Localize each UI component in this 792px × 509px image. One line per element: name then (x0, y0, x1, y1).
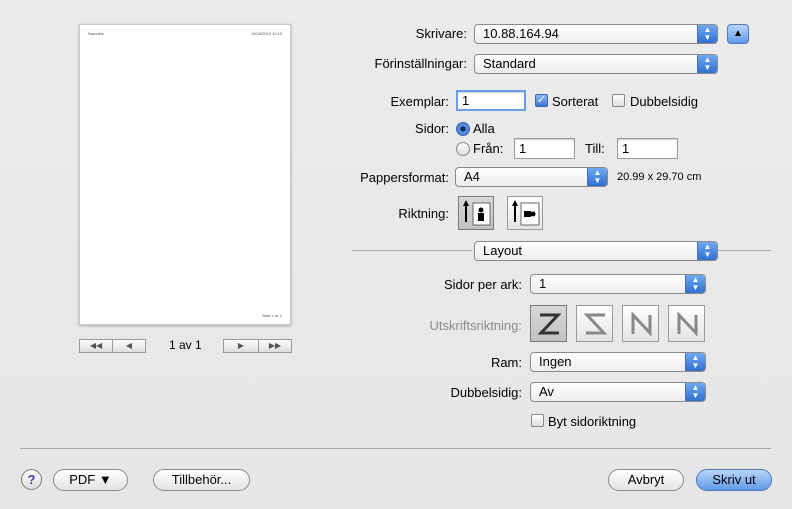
first-page-button[interactable]: ◀◀ (79, 339, 113, 353)
layout-direction-label: Utskriftsriktning: (429, 318, 522, 333)
bottom-divider (20, 448, 771, 449)
portrait-icon (463, 200, 491, 226)
two-sided-label: Dubbelsidig: (450, 385, 522, 400)
pages-all-radio[interactable] (456, 122, 470, 136)
z-direction-icon (537, 313, 562, 335)
popup-arrows-icon: ▲ ▼ (697, 242, 717, 260)
printer-value: 10.88.164.94 (483, 26, 559, 41)
paper-size-value: A4 (464, 169, 480, 184)
cancel-button[interactable]: Avbryt (608, 469, 684, 491)
popup-arrows-icon: ▲ ▼ (685, 383, 705, 401)
presets-label: Förinställningar: (374, 56, 468, 71)
flip-horizontally-checkbox[interactable] (531, 414, 544, 427)
portrait-orientation-button[interactable] (458, 196, 494, 230)
pages-per-sheet-value: 1 (539, 276, 547, 291)
direction-s-button[interactable] (576, 305, 613, 342)
collapse-details-button[interactable]: ▲ (727, 24, 749, 44)
s-direction-icon (583, 313, 608, 335)
paper-size-label: Pappersformat: (360, 170, 449, 185)
section-value: Layout (483, 243, 523, 258)
popup-arrows-icon: ▲ ▼ (697, 25, 717, 43)
printer-select[interactable]: 10.88.164.94 ▲ ▼ (474, 24, 718, 44)
pages-from-radio[interactable] (456, 142, 470, 156)
print-sheet: Namnlös 10/28/2010 10:19 Sida 1 av 1 ◀◀ … (0, 0, 792, 509)
pages-from-input[interactable]: 1 (514, 138, 575, 159)
pages-per-sheet-select[interactable]: 1 ▲ ▼ (530, 274, 706, 294)
last-page-button[interactable]: ▶▶ (258, 339, 292, 353)
page-preview: Namnlös 10/28/2010 10:19 Sida 1 av 1 (79, 24, 291, 325)
pages-from-label: Från: (473, 141, 504, 156)
print-button[interactable]: Skriv ut (696, 469, 772, 491)
page-indicator: 1 av 1 (169, 338, 202, 352)
section-divider-left (352, 250, 472, 251)
orientation-label: Riktning: (398, 206, 449, 221)
help-icon: ? (27, 472, 36, 487)
section-divider-right (718, 250, 771, 251)
preview-footer: Sida 1 av 1 (261, 313, 282, 318)
help-button[interactable]: ? (21, 469, 42, 490)
popup-arrows-icon: ▲ ▼ (685, 275, 705, 293)
border-select[interactable]: Ingen ▲ ▼ (530, 352, 706, 372)
n-reverse-direction-icon (631, 311, 652, 337)
collated-label: Sorterat (552, 94, 599, 109)
accessories-button[interactable]: Tillbehör... (153, 469, 250, 491)
popup-arrows-icon: ▲ ▼ (685, 353, 705, 371)
copies-input[interactable]: 1 (456, 90, 526, 111)
previous-page-button[interactable]: ◀ (112, 339, 146, 353)
pages-to-label: Till: (585, 141, 605, 156)
preview-header-left: Namnlös (88, 31, 104, 36)
presets-select[interactable]: Standard ▲ ▼ (474, 54, 718, 74)
direction-n-button[interactable] (668, 305, 705, 342)
paper-size-select[interactable]: A4 ▲ ▼ (455, 167, 608, 187)
pages-per-sheet-label: Sidor per ark: (443, 277, 522, 292)
border-label: Ram: (490, 355, 522, 370)
paper-dimensions: 20.99 x 29.70 cm (617, 171, 702, 183)
pages-all-label: Alla (473, 121, 495, 136)
two-sided-value: Av (539, 384, 554, 399)
printer-label: Skrivare: (415, 26, 467, 41)
n-direction-icon (677, 311, 698, 337)
copies-label: Exemplar: (390, 94, 449, 109)
direction-n-reverse-button[interactable] (622, 305, 659, 342)
pdf-menu-button[interactable]: PDF ▼ (53, 469, 128, 491)
border-value: Ingen (539, 354, 572, 369)
presets-value: Standard (483, 56, 536, 71)
two-sided-select[interactable]: Av ▲ ▼ (530, 382, 706, 402)
landscape-icon (512, 200, 540, 226)
pages-label: Sidor: (415, 121, 449, 136)
landscape-orientation-button[interactable] (507, 196, 543, 230)
collated-checkbox[interactable]: ✓ (535, 94, 548, 107)
duplex-label: Dubbelsidig (630, 94, 698, 109)
pages-to-input[interactable]: 1 (617, 138, 678, 159)
popup-arrows-icon: ▲ ▼ (697, 55, 717, 73)
preview-header-right: 10/28/2010 10:19 (250, 31, 282, 36)
direction-z-button[interactable] (530, 305, 567, 342)
next-page-button[interactable]: ▶ (223, 339, 259, 353)
duplex-checkbox[interactable] (612, 94, 625, 107)
section-select[interactable]: Layout ▲ ▼ (474, 241, 718, 261)
popup-arrows-icon: ▲ ▼ (587, 168, 607, 186)
flip-horizontally-label: Byt sidoriktning (548, 414, 637, 429)
disclosure-up-icon: ▲ (733, 28, 743, 39)
